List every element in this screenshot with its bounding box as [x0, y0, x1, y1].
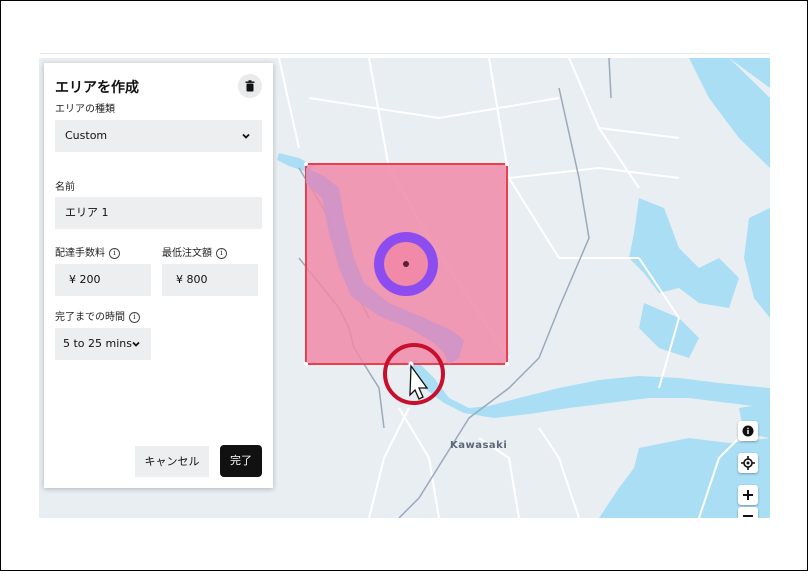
area-type-label: エリアの種類 — [55, 104, 115, 115]
delivery-fee-value: ¥ 200 — [69, 273, 101, 286]
info-icon[interactable]: i — [129, 312, 140, 323]
locate-icon — [741, 456, 755, 470]
chevron-down-icon — [132, 341, 140, 347]
delivery-fee-input[interactable]: ¥ 200 — [55, 264, 151, 296]
min-order-label-wrap: 最低注文額 i — [162, 244, 227, 259]
zoom-out-control[interactable] — [738, 507, 758, 518]
zoom-in-control[interactable] — [738, 485, 758, 505]
name-input[interactable]: エリア 1 — [55, 197, 262, 229]
completion-time-select[interactable]: 5 to 25 mins — [55, 328, 151, 360]
delete-area-button[interactable] — [238, 74, 262, 98]
completion-time-label-wrap: 完了までの時間 i — [55, 308, 140, 323]
cancel-button[interactable]: キャンセル — [135, 446, 209, 477]
info-icon[interactable]: i — [216, 248, 227, 259]
chevron-down-icon — [242, 133, 250, 139]
panel-title: エリアを作成 — [55, 80, 139, 96]
water-bay-4 — [599, 438, 770, 518]
min-order-label: 最低注文額 — [162, 248, 212, 259]
info-control[interactable] — [738, 421, 758, 441]
top-divider — [40, 53, 770, 54]
water-river-lower — [409, 358, 770, 418]
map-place-label: Kawasaki — [450, 440, 508, 451]
min-order-value: ¥ 800 — [176, 273, 208, 286]
min-order-input[interactable]: ¥ 800 — [162, 264, 258, 296]
delivery-fee-label: 配達手数料 — [55, 248, 105, 259]
area-type-select[interactable]: Custom — [55, 120, 262, 152]
info-icon — [742, 425, 754, 437]
info-icon[interactable]: i — [109, 248, 120, 259]
name-value: エリア 1 — [65, 206, 109, 219]
completion-time-label: 完了までの時間 — [55, 312, 125, 323]
area-center-dot — [403, 261, 409, 267]
zoom-in-icon — [743, 490, 753, 500]
area-type-value: Custom — [65, 129, 108, 142]
zoom-out-icon — [743, 515, 753, 517]
water-bay-3 — [744, 208, 770, 318]
create-area-panel: エリアを作成 エリアの種類 Custom 名前 エリア 1 配達手数料 i ¥ 2… — [44, 63, 273, 488]
name-label: 名前 — [55, 182, 75, 193]
locate-control[interactable] — [738, 453, 758, 473]
completion-time-value: 5 to 25 mins — [63, 337, 133, 350]
trash-icon — [245, 80, 255, 92]
delivery-fee-label-wrap: 配達手数料 i — [55, 244, 120, 259]
water-bay-1 — [629, 198, 739, 308]
done-button[interactable]: 完了 — [220, 445, 262, 477]
